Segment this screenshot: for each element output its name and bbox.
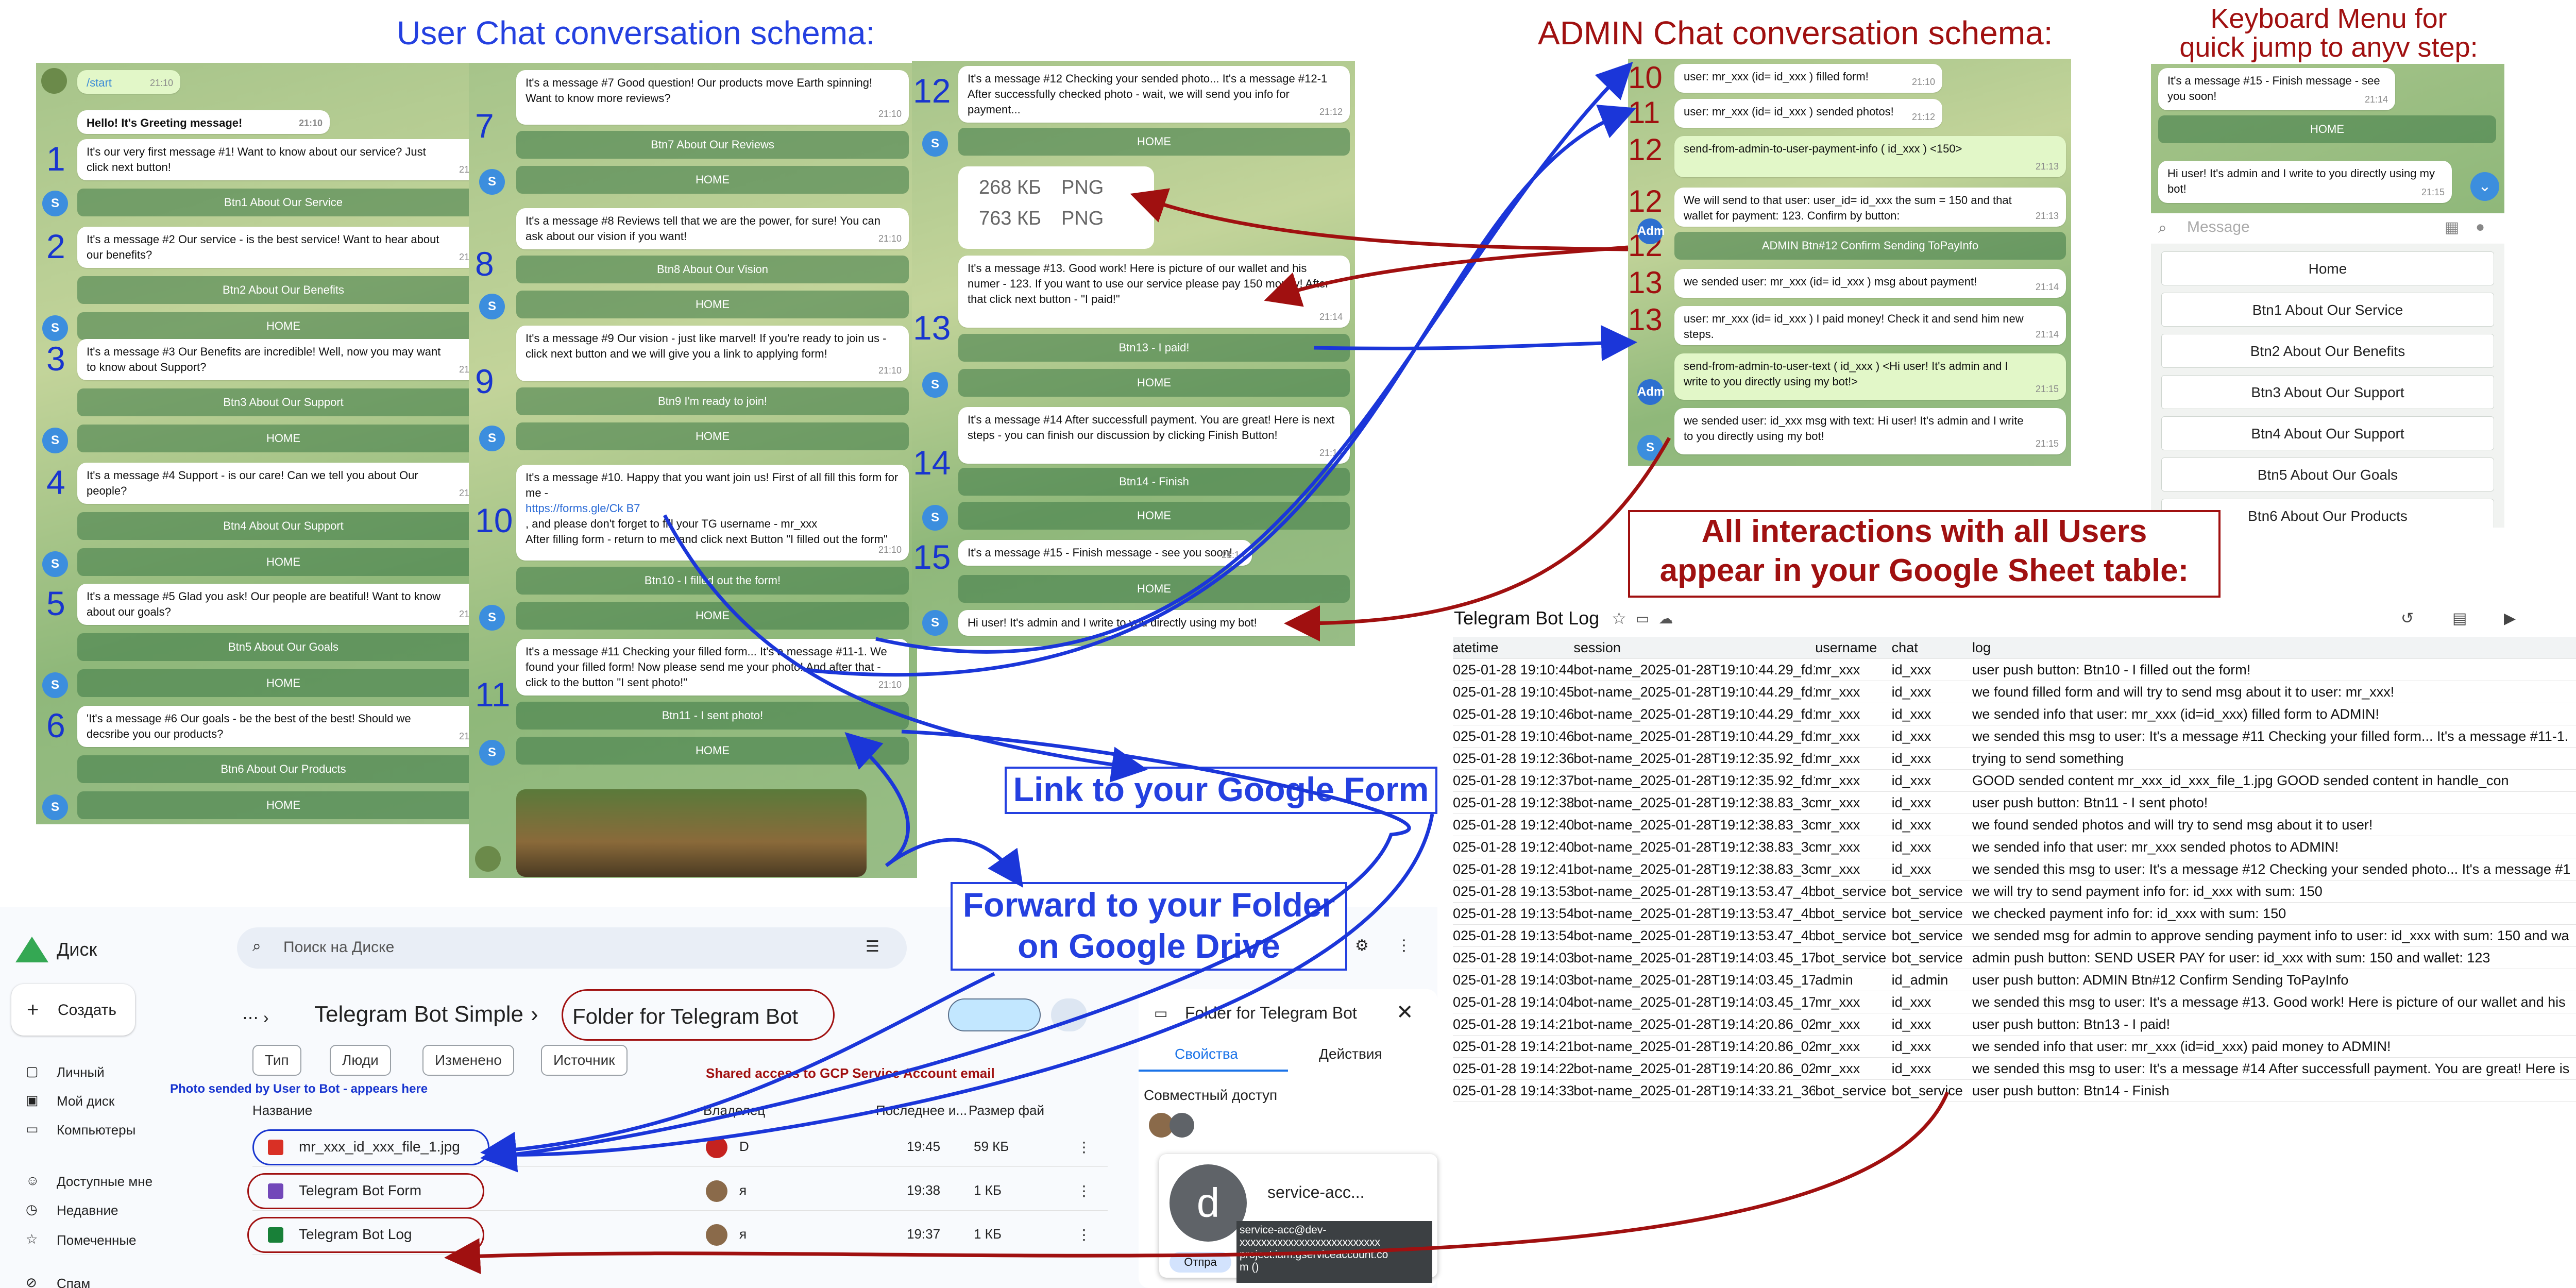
arrow-folder-photo — [480, 972, 995, 1168]
arrow-admin-direct — [1284, 437, 1671, 641]
arrow-form-drive-2 — [494, 814, 1434, 1157]
arrow-photo-up — [844, 732, 910, 867]
arrow-10-to-admin — [875, 61, 1633, 654]
arrow-13-to-admin — [1313, 325, 1637, 362]
arrows-overlay — [444, 61, 1950, 1275]
page-root: User Chat conversation schema: ADMIN Cha… — [0, 0, 2576, 1288]
arrow-link-form — [663, 514, 1148, 783]
arrow-admin-files — [1130, 188, 1629, 251]
